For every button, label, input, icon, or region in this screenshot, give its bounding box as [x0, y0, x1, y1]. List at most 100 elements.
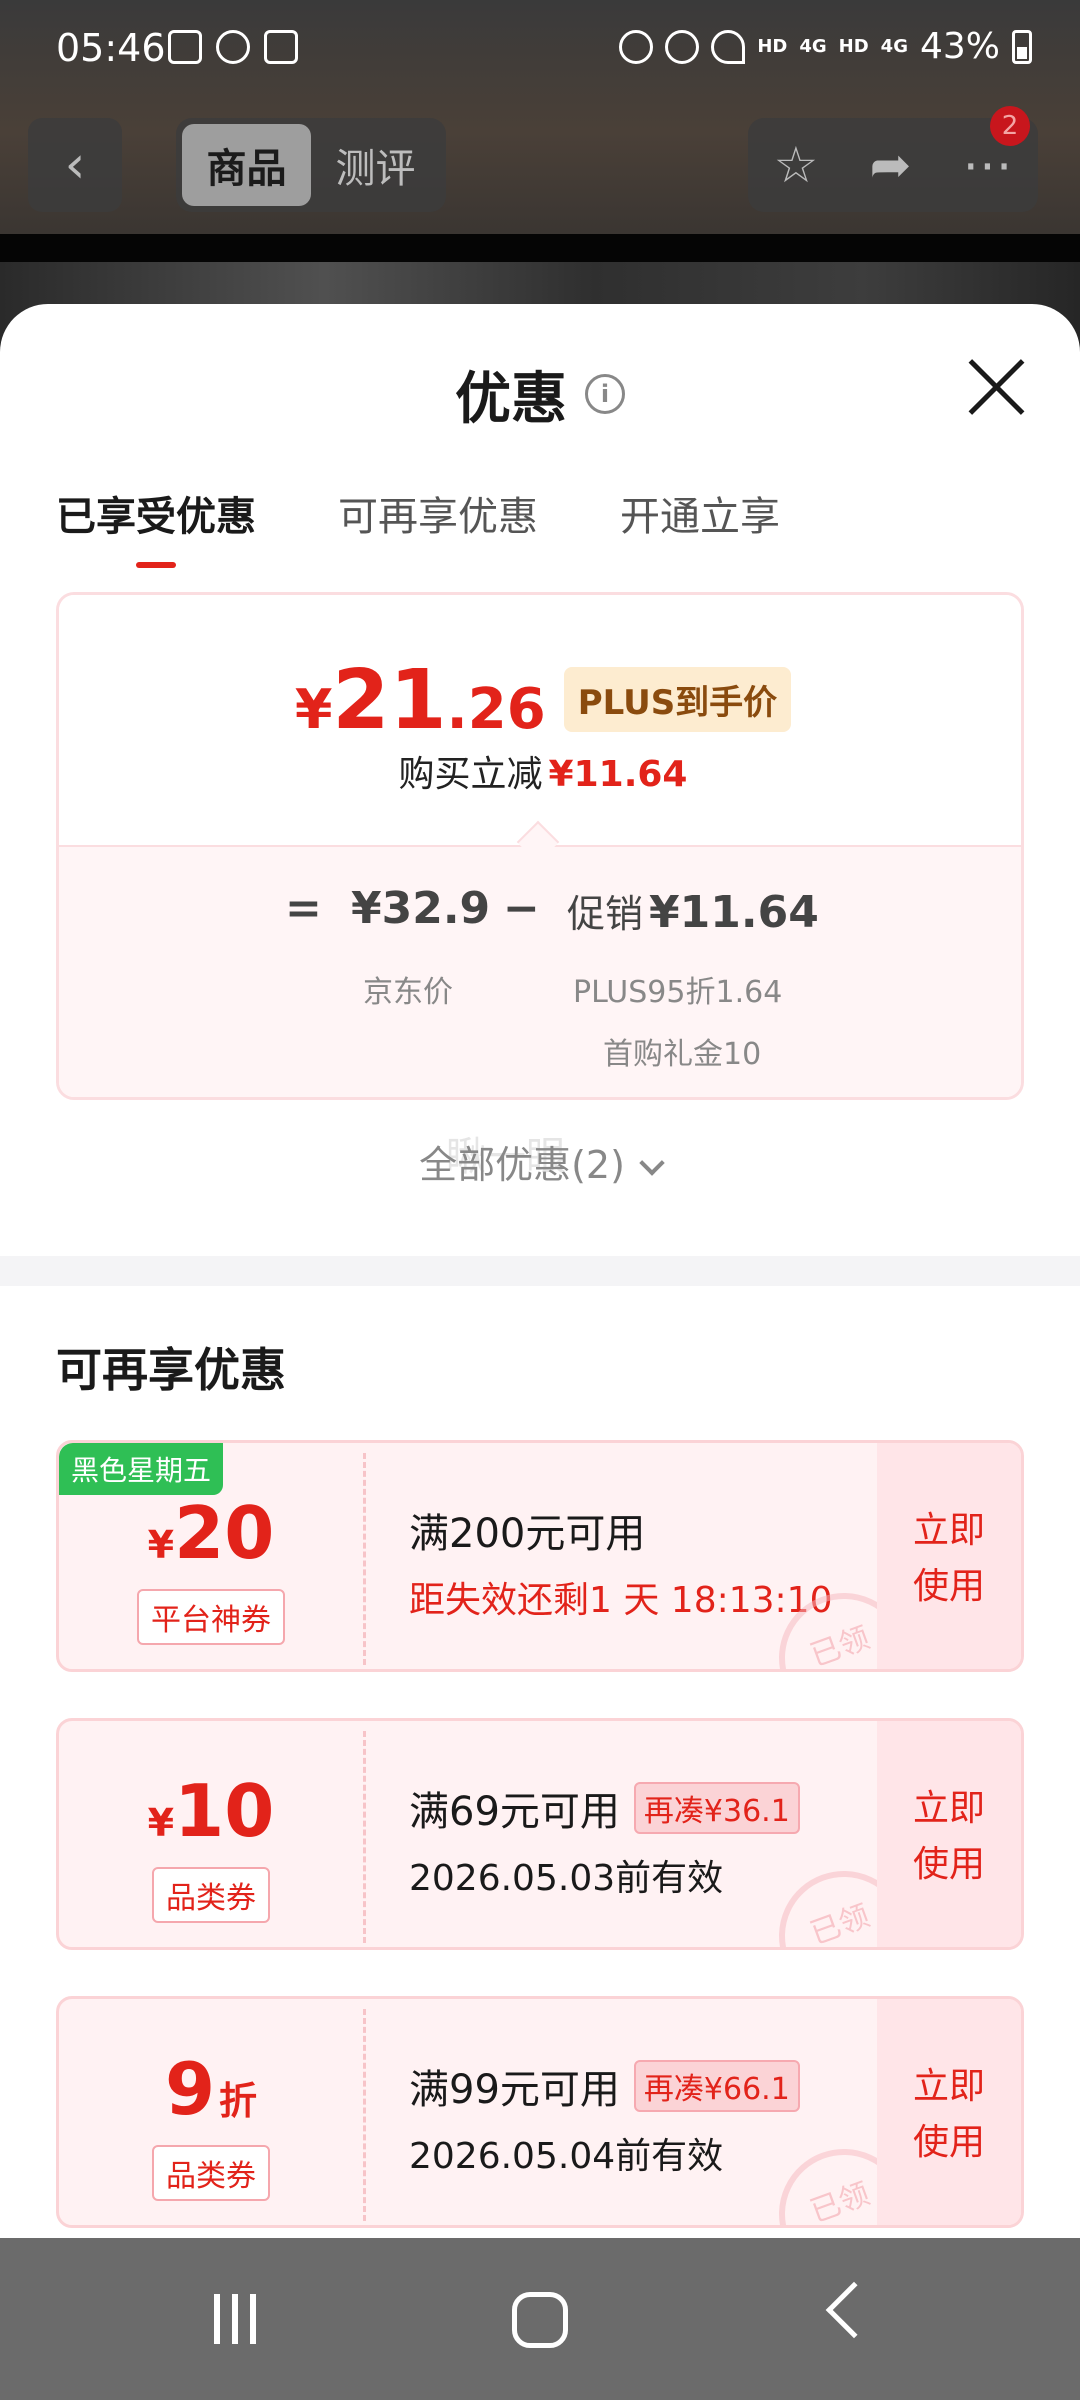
use-now-button[interactable]: 立即使用 [877, 1721, 1021, 1947]
coupon-card: 9折 品类券 满99元可用 再凑¥66.1 2026.05.04前有效 已领 立即… [56, 1996, 1024, 2228]
price-yen: ¥ [294, 678, 333, 741]
promo-sheet: 优惠 i 已享受优惠 可再享优惠 开通立享 ¥21.26 PLUS到手价 购买立… [0, 304, 1080, 2238]
coupon-symbol: ¥ [147, 1523, 175, 1567]
final-price-row: ¥21.26 PLUS到手价 [59, 653, 1021, 748]
coupon-amount: 20 [174, 1491, 275, 1575]
tab-product[interactable]: 商品 [182, 124, 311, 206]
network-label-2: 4G [799, 36, 827, 57]
coupon-type: 品类券 [152, 2145, 270, 2201]
status-bar: 05:46 HD 4G HD 4G 43% [0, 0, 1080, 100]
coupon-value: ¥20 [59, 1491, 363, 1575]
coupon-value: 9折 [59, 2047, 363, 2131]
clock-app-icon [264, 30, 298, 64]
coupon-valid-until: 2026.05.03前有效 [409, 1858, 724, 1899]
promo-detail-gift: 首购礼金10 [603, 1037, 762, 1072]
promo-detail-plus: PLUS95折1.64 [573, 975, 783, 1010]
info-icon[interactable]: i [585, 374, 625, 414]
coupon-separator [363, 1453, 366, 1665]
promo-tabs: 已享受优惠 可再享优惠 开通立享 [56, 484, 780, 568]
coupon-value-block: ¥10 品类券 [59, 1721, 363, 1947]
jd-price-label: 京东价 [363, 975, 453, 1010]
background-band [0, 234, 1080, 262]
formula-equals: = [285, 883, 322, 934]
event-tag: 黑色星期五 [59, 1443, 224, 1495]
all-promos-label: 全部优惠(2) [419, 1143, 625, 1187]
tab-activate-promos[interactable]: 开通立享 [620, 484, 780, 568]
price-card: ¥21.26 PLUS到手价 购买立减 ¥11.64 = ¥32.9 − 促销 ¥1… [56, 592, 1024, 1100]
coupon-value: ¥10 [59, 1769, 363, 1853]
back-button[interactable]: ‹ [28, 118, 122, 212]
top-tab-switch: 商品 测评 [176, 118, 446, 212]
network-label-1: HD [757, 36, 788, 57]
chevron-down-icon [639, 1150, 665, 1176]
coupon-condition: 满99元可用 [409, 2067, 620, 2113]
formula-minus: − [503, 883, 540, 934]
coupon-amount: 9 [164, 2047, 216, 2131]
coupon-unit: 折 [219, 2079, 258, 2123]
home-icon[interactable] [512, 2292, 568, 2348]
use-now-label: 立即使用 [912, 1510, 985, 1607]
battery-saver-icon [619, 29, 654, 64]
reduce-row: 购买立减 ¥11.64 [59, 745, 1021, 797]
tab-more-promos[interactable]: 可再享优惠 [338, 484, 538, 568]
coupon-condition: 满200元可用 [409, 1511, 646, 1557]
tab-review[interactable]: 测评 [311, 124, 440, 206]
system-nav-bar [0, 2238, 1080, 2400]
recents-icon[interactable] [214, 2294, 264, 2344]
reduce-label: 购买立减 [398, 754, 543, 795]
price-dec: .26 [446, 677, 546, 742]
jd-price: ¥32.9 [351, 883, 491, 934]
top-nav: ‹ 商品 测评 ☆ ➦ ⋯ 2 [0, 106, 1080, 212]
system-back-icon[interactable] [825, 2281, 883, 2339]
sheet-title: 优惠 [455, 366, 567, 432]
coupon-symbol: ¥ [147, 1801, 175, 1845]
app-icon [216, 30, 250, 64]
coupon-countdown: 距失效还剩1 天 18:13:10 [409, 1580, 833, 1621]
favorite-star-icon[interactable]: ☆ [774, 136, 819, 194]
use-now-button[interactable]: 立即使用 [877, 1999, 1021, 2225]
final-price: ¥21.26 [295, 653, 546, 748]
coupon-condition-row: 满200元可用 [409, 1501, 645, 1559]
use-now-label: 立即使用 [912, 1788, 985, 1885]
promo-amount: 促销 ¥11.64 [567, 883, 819, 938]
share-icon[interactable]: ➦ [869, 136, 911, 194]
all-promos-toggle[interactable]: 全部优惠(2) [0, 1134, 1080, 1189]
price-int: 21 [332, 653, 447, 748]
coupon-condition-row: 满69元可用 再凑¥36.1 [409, 1779, 800, 1837]
coupon-type: 品类券 [152, 1867, 270, 1923]
coupon-card: ¥10 品类券 满69元可用 再凑¥36.1 2026.05.03前有效 已领 立… [56, 1718, 1024, 1950]
section-title: 可再享优惠 [56, 1343, 286, 1397]
coupon-separator [363, 2009, 366, 2221]
section-divider [0, 1256, 1080, 1286]
promo-label: 促销 [567, 892, 644, 936]
coupon-amount: 10 [174, 1769, 275, 1853]
coupon-valid-until: 2026.05.04前有效 [409, 2136, 724, 2177]
close-icon[interactable] [966, 356, 1026, 416]
alarm-icon [665, 29, 700, 64]
back-arrow-icon: ‹ [64, 135, 86, 195]
status-system-icons: HD 4G HD 4G 43% [619, 26, 1032, 67]
status-time: 05:46 [56, 26, 166, 70]
coupon-separator [363, 1731, 366, 1943]
coupon-condition: 满69元可用 [409, 1789, 620, 1835]
coupon-card: ¥20 平台神券 黑色星期五 满200元可用 距失效还剩1 天 18:13:10… [56, 1440, 1024, 1672]
tab-enjoyed-promos[interactable]: 已享受优惠 [56, 484, 256, 568]
coupon-extra-needed: 再凑¥36.1 [633, 1782, 800, 1834]
coupon-extra-needed: 再凑¥66.1 [633, 2060, 800, 2112]
battery-percent: 43% [919, 26, 1000, 67]
top-actions: ☆ ➦ ⋯ 2 [748, 106, 1038, 212]
network-label-3: HD [838, 36, 869, 57]
coupon-condition-row: 满99元可用 再凑¥66.1 [409, 2057, 800, 2115]
promo-value: ¥11.64 [649, 887, 819, 938]
battery-icon [1012, 29, 1032, 64]
sheet-header: 优惠 i [0, 354, 1080, 434]
status-notification-icons [168, 30, 298, 64]
use-now-button[interactable]: 立即使用 [877, 1443, 1021, 1669]
plus-price-tag: PLUS到手价 [563, 667, 792, 732]
notification-badge: 2 [990, 106, 1030, 146]
gallery-icon [168, 30, 202, 64]
coupon-type: 平台神券 [137, 1589, 285, 1645]
wifi-icon [711, 29, 746, 64]
reduce-value: ¥11.64 [548, 754, 688, 795]
price-summary: ¥21.26 PLUS到手价 购买立减 ¥11.64 [59, 595, 1021, 845]
